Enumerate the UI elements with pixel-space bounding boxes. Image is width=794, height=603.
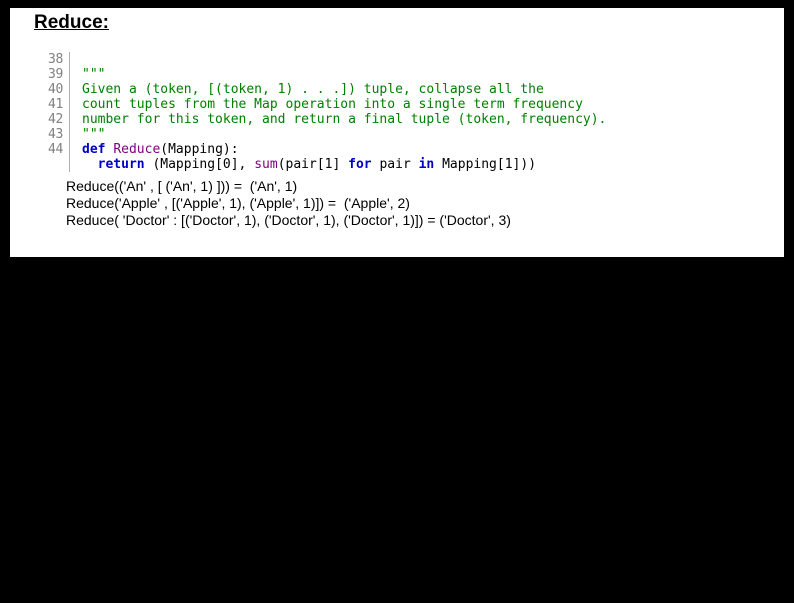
keyword-def: def — [82, 142, 113, 157]
line-number-gutter: 38 39 40 41 42 43 44 — [38, 52, 70, 172]
line-number: 41 — [38, 97, 63, 112]
code-text: (pair[ — [278, 157, 325, 172]
slide: Reduce: 38 39 40 41 42 43 44 """ Given a… — [10, 8, 784, 257]
docstring-line: Given a (token, [(token, 1) . . .]) tupl… — [82, 82, 544, 97]
code-text: (Mapping[ — [152, 157, 222, 172]
docstring-line: count tuples from the Map operation into… — [82, 97, 583, 112]
line-number: 38 — [38, 52, 63, 67]
code-text: pair — [372, 157, 419, 172]
code-text: ])) — [513, 157, 536, 172]
docstring-open: """ — [82, 67, 105, 82]
example-line: Reduce(('An' , [ ('An', 1) ])) = ('An', … — [66, 178, 511, 195]
line-number: 44 — [38, 142, 63, 157]
code-text: ] — [333, 157, 349, 172]
examples-block: Reduce(('An' , [ ('An', 1) ])) = ('An', … — [66, 178, 511, 229]
docstring-line: number for this token, and return a fina… — [82, 112, 606, 127]
def-params: (Mapping): — [160, 142, 238, 157]
line-number: 40 — [38, 82, 63, 97]
keyword-return: return — [98, 157, 153, 172]
number-literal: 0 — [223, 157, 231, 172]
builtin-sum: sum — [254, 157, 277, 172]
line-number: 42 — [38, 112, 63, 127]
example-line: Reduce( 'Doctor' : [('Doctor', 1), ('Doc… — [66, 212, 511, 229]
number-literal: 1 — [325, 157, 333, 172]
keyword-for: for — [348, 157, 371, 172]
indent — [82, 157, 98, 172]
docstring-close: """ — [82, 127, 105, 142]
code-block: 38 39 40 41 42 43 44 """ Given a (token,… — [38, 52, 606, 172]
line-number: 43 — [38, 127, 63, 142]
keyword-in: in — [419, 157, 435, 172]
code-text: Mapping[ — [434, 157, 504, 172]
line-number: 39 — [38, 67, 63, 82]
code-text: ], — [231, 157, 254, 172]
number-literal: 1 — [505, 157, 513, 172]
example-line: Reduce('Apple' , [('Apple', 1), ('Apple'… — [66, 195, 511, 212]
function-name: Reduce — [113, 142, 160, 157]
code-content: """ Given a (token, [(token, 1) . . .]) … — [70, 52, 606, 172]
section-title: Reduce: — [34, 12, 109, 34]
